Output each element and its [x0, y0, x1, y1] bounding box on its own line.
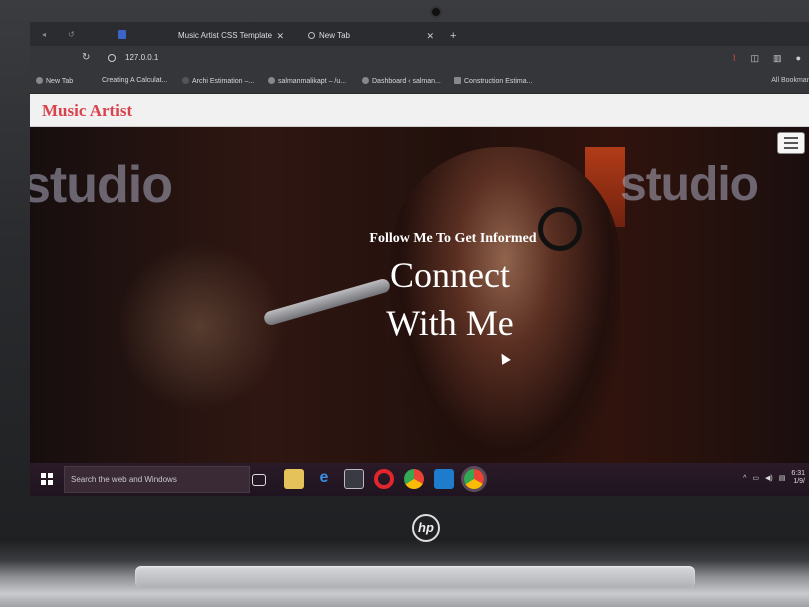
- tab-label: New Tab: [319, 31, 350, 40]
- cast-icon[interactable]: ⌇: [732, 53, 736, 64]
- bookmark-item[interactable]: salmanmalikapt – /u...: [268, 77, 346, 85]
- laptop-screen: ◂ ↺ Music Artist CSS Template ✕ New Tab …: [30, 22, 809, 496]
- volume-icon[interactable]: ◀): [765, 474, 773, 482]
- hamburger-bar: [784, 142, 798, 144]
- site-info-icon[interactable]: [108, 54, 116, 62]
- bookmark-item[interactable]: Archi Estimation –...: [182, 77, 254, 85]
- file-explorer-icon[interactable]: [284, 469, 304, 489]
- bookmark-item[interactable]: Construction Estima...: [454, 77, 532, 85]
- hamburger-bar: [784, 137, 798, 139]
- sidepanel-icon[interactable]: ▥: [773, 53, 782, 64]
- bookmarks-bar: New Tab Creating A Calculat... Archi Est…: [30, 72, 809, 94]
- tab-favicon-icon: [118, 30, 126, 39]
- taskbar-clock[interactable]: 6:31 1/9/: [791, 470, 805, 486]
- all-bookmarks-button[interactable]: All Bookmar: [771, 77, 809, 84]
- hero-headline-line: With Me: [386, 303, 514, 343]
- wordpress-icon: [268, 77, 275, 84]
- bookmark-item[interactable]: New Tab: [36, 77, 73, 85]
- chrome-active-icon[interactable]: [464, 469, 484, 489]
- chrome-icon[interactable]: [404, 469, 424, 489]
- windows-taskbar: Search the web and Windows e ^ ▭ ◀) ▤ 6:…: [30, 463, 809, 496]
- browser-tab-strip: ◂ ↺ Music Artist CSS Template ✕ New Tab …: [30, 22, 809, 46]
- browser-toolbar: ⌇ ◫ ▥ ●: [732, 53, 801, 64]
- clock-date: 1/9/: [793, 478, 805, 485]
- hero-headline: Connect With Me: [360, 251, 540, 347]
- start-button[interactable]: [30, 463, 64, 496]
- tab-close-icon[interactable]: ✕: [276, 28, 284, 44]
- search-placeholder: Search the web and Windows: [71, 475, 177, 484]
- window-menu-icon[interactable]: ◂: [42, 30, 46, 39]
- extensions-icon[interactable]: ◫: [751, 53, 760, 64]
- tab-label: Music Artist CSS Template: [178, 31, 273, 40]
- vscode-icon[interactable]: [434, 469, 454, 489]
- bookmark-item[interactable]: Creating A Calculat...: [102, 77, 167, 84]
- windows-logo-icon: [41, 473, 53, 485]
- wordpress-icon: [362, 77, 369, 84]
- tab-music-artist[interactable]: Music Artist CSS Template ✕: [170, 28, 290, 46]
- tab-new-tab[interactable]: New Tab ✕: [300, 28, 440, 46]
- hp-logo: hp: [412, 514, 440, 542]
- bookmark-item[interactable]: Dashboard ‹ salman...: [362, 77, 441, 85]
- opera-icon[interactable]: [374, 469, 394, 489]
- camera-icon: [430, 6, 442, 18]
- address-bar[interactable]: 127.0.0.1: [125, 53, 158, 62]
- tray-chevron-icon[interactable]: ^: [743, 475, 746, 482]
- new-tab-button[interactable]: +: [450, 30, 456, 42]
- clock-time: 6:31: [791, 470, 805, 477]
- hero-headline-line: Connect: [390, 255, 510, 295]
- laptop-hinge: [135, 566, 695, 588]
- site-logo[interactable]: Music Artist: [42, 101, 132, 121]
- profile-icon[interactable]: ●: [796, 53, 801, 64]
- system-tray: ^ ▭ ◀) ▤ 6:31 1/9/: [743, 470, 805, 486]
- window-history-icon[interactable]: ↺: [68, 30, 75, 39]
- page-icon: [182, 77, 189, 84]
- menu-toggle-button[interactable]: [777, 132, 805, 154]
- network-icon[interactable]: ▭: [752, 474, 759, 482]
- store-icon[interactable]: [344, 469, 364, 489]
- hamburger-bar: [784, 147, 798, 149]
- edge-icon[interactable]: e: [314, 469, 334, 489]
- notification-icon[interactable]: ▤: [779, 474, 786, 482]
- task-view-icon[interactable]: [252, 474, 266, 486]
- hero-section: studio studio Follow Me To Get Informed …: [30, 127, 809, 463]
- globe-icon: [36, 77, 43, 84]
- site-header: Music Artist: [30, 94, 809, 127]
- browser-address-row: ↻ 127.0.0.1 ⌇ ◫ ▥ ●: [30, 46, 809, 72]
- reload-icon[interactable]: ↻: [82, 52, 90, 63]
- taskbar-search-box[interactable]: Search the web and Windows: [64, 466, 250, 493]
- globe-icon: [308, 32, 315, 39]
- page-icon: [454, 77, 461, 84]
- tab-close-icon[interactable]: ✕: [426, 28, 434, 44]
- hero-tagline: Follow Me To Get Informed: [369, 231, 537, 246]
